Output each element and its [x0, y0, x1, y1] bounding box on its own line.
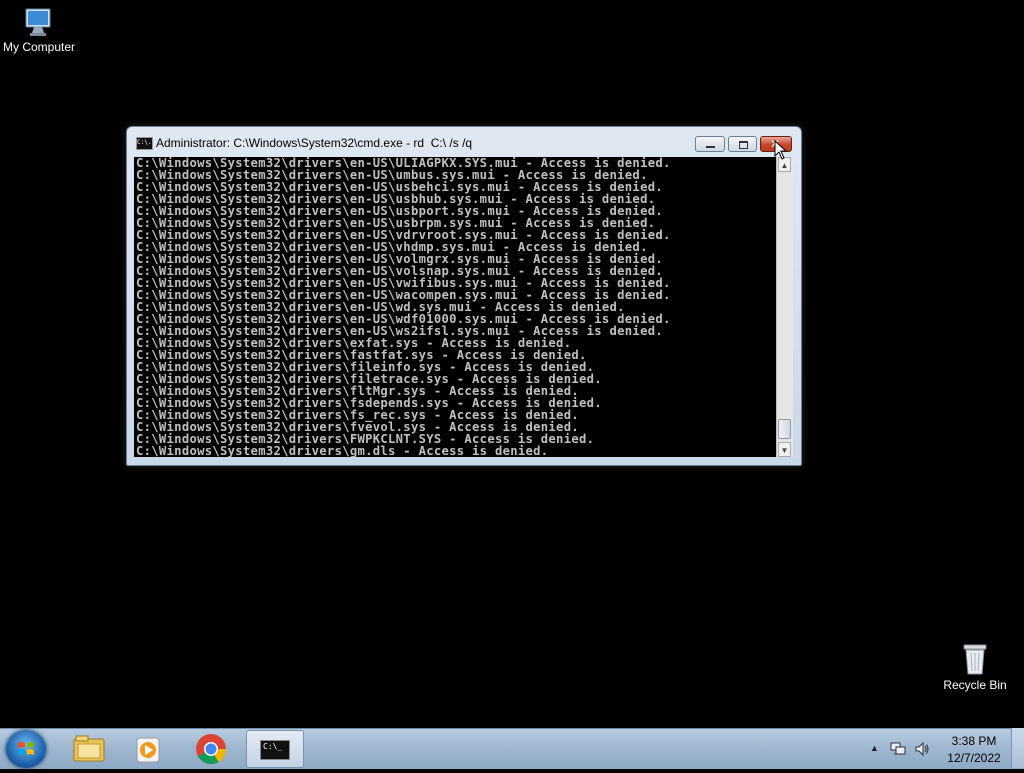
maximize-button[interactable] [728, 136, 757, 152]
taskbar-media-player-button[interactable] [120, 730, 178, 768]
scroll-down-arrow-icon[interactable]: ▼ [778, 442, 791, 457]
minimize-button[interactable] [695, 136, 725, 152]
window-title: Administrator: C:\Windows\System32\cmd.e… [156, 136, 473, 150]
minimize-icon [706, 146, 715, 148]
clock-date[interactable]: 12/7/2022 [940, 751, 1008, 765]
start-button[interactable] [6, 730, 46, 768]
cmd-icon: C:\_ [260, 740, 290, 760]
windows-media-player-icon [136, 737, 160, 763]
cmd-icon: C:\. [136, 137, 153, 150]
system-tray: ▲ 3:38 PM 12/7/2022 [860, 729, 1024, 769]
recycle-bin-icon [963, 644, 987, 675]
volume-icon[interactable] [914, 741, 930, 757]
chrome-icon [196, 734, 226, 765]
console-line: C:\Windows\System32\drivers\gm.dls - Acc… [136, 444, 549, 457]
desktop-icon-my-computer[interactable]: My Computer [0, 6, 84, 54]
scrollbar-thumb[interactable] [778, 419, 791, 439]
taskbar-explorer-button[interactable] [60, 730, 118, 768]
desktop-icon-label: My Computer [2, 40, 76, 54]
windows-explorer-icon [73, 735, 105, 762]
window-titlebar[interactable]: C:\. Administrator: C:\Windows\System32\… [127, 127, 801, 157]
mouse-cursor-icon [774, 140, 788, 160]
maximize-icon [739, 141, 748, 149]
desktop-icon-label: Recycle Bin [943, 678, 1007, 692]
show-hidden-icons-icon[interactable]: ▲ [870, 743, 879, 753]
network-icon[interactable] [890, 741, 906, 757]
taskbar-cmd-button[interactable]: C:\_ [246, 730, 304, 768]
console-text: C:\Windows\System32\drivers\en-US\ULIAGP… [134, 157, 776, 457]
clock-time[interactable]: 3:38 PM [940, 734, 1008, 748]
vertical-scrollbar[interactable]: ▲ ▼ [776, 157, 793, 457]
taskbar: C:\_ ▲ 3:38 PM 12/7/2022 [0, 728, 1024, 769]
desktop-icon-recycle-bin[interactable]: Recycle Bin [930, 642, 1020, 692]
cmd-icon-glyph: C:\. [137, 139, 152, 146]
taskbar-chrome-button[interactable] [182, 730, 240, 768]
show-desktop-button[interactable] [1011, 728, 1024, 768]
console-output[interactable]: C:\Windows\System32\drivers\en-US\ULIAGP… [134, 157, 776, 457]
windows-start-icon [18, 742, 34, 755]
cmd-window[interactable]: C:\. Administrator: C:\Windows\System32\… [126, 126, 802, 466]
computer-icon [25, 8, 51, 36]
cmd-icon-glyph: C:\_ [263, 742, 283, 751]
